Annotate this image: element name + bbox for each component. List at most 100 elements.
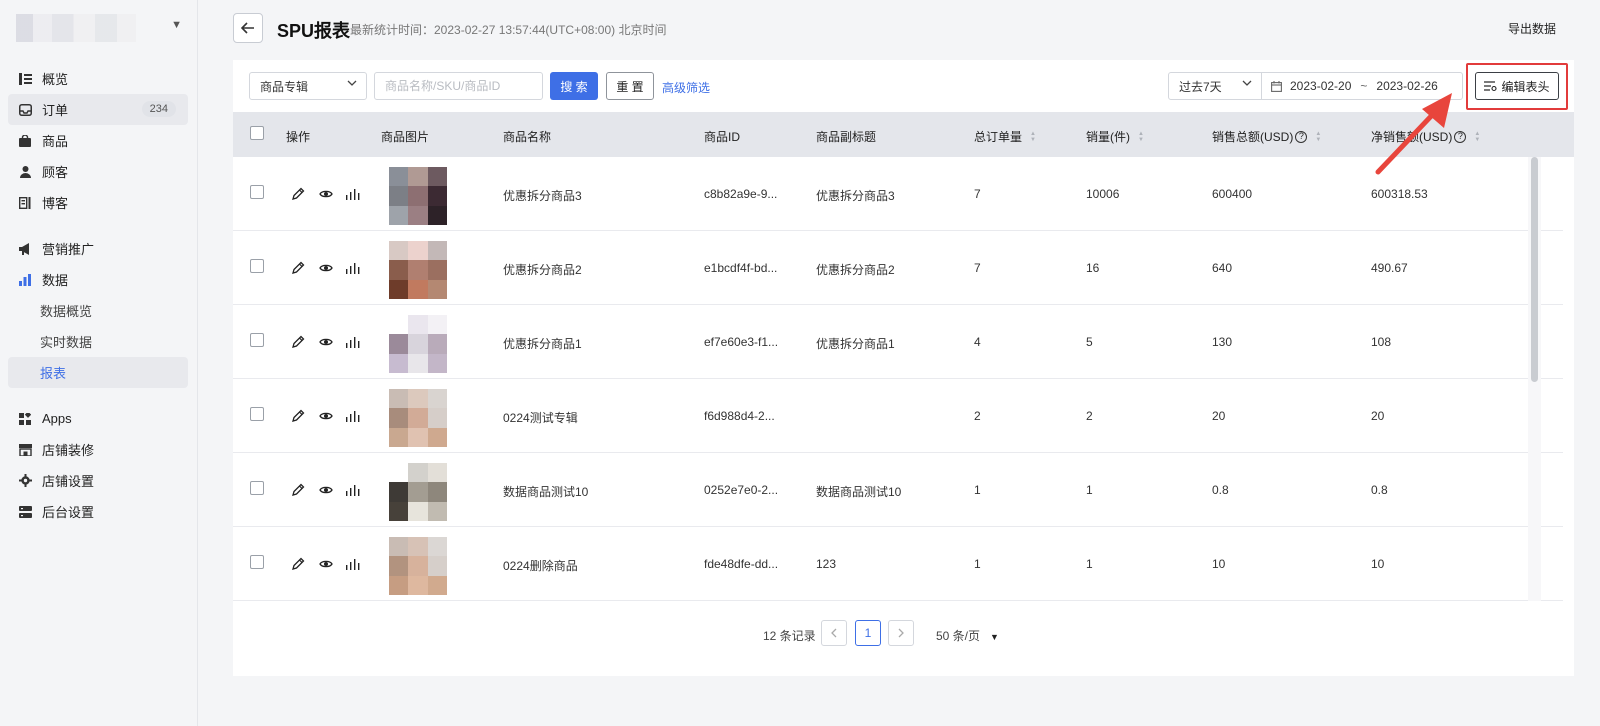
eye-icon[interactable]	[318, 186, 333, 201]
eye-icon[interactable]	[318, 482, 333, 497]
product-thumbnail[interactable]	[389, 389, 447, 447]
row-checkbox[interactable]	[250, 481, 264, 495]
sidebar-item-label: 博客	[42, 196, 69, 211]
sort-icon: ▲ ▼	[1138, 130, 1144, 143]
cell-name: 优惠拆分商品3	[503, 189, 582, 203]
advanced-filter-link[interactable]: 高级筛选	[662, 79, 710, 96]
cell-qty: 10006	[1086, 187, 1120, 201]
cell-subtitle: 123	[816, 557, 837, 571]
pencil-icon[interactable]	[291, 260, 306, 275]
row-actions	[291, 482, 360, 497]
pencil-icon[interactable]	[291, 556, 306, 571]
sidebar-item-marketing[interactable]: 营销推广	[8, 233, 188, 264]
col-orders-header[interactable]: 总订单量 ▲ ▼	[974, 128, 1036, 145]
sidebar-item-products[interactable]: 商品	[8, 125, 188, 156]
sidebar-item-label: 营销推广	[42, 242, 95, 257]
col-gross-header[interactable]: 销售总额(USD) ? ▲ ▼	[1212, 128, 1321, 145]
back-button[interactable]	[233, 13, 263, 43]
cell-id: ef7e60e3-f1...	[704, 335, 779, 349]
select-all-checkbox[interactable]	[250, 126, 264, 140]
sidebar-item-apps[interactable]: Apps	[8, 403, 188, 434]
row-checkbox[interactable]	[250, 555, 264, 569]
caret-down-icon: ▼	[990, 632, 999, 642]
row-checkbox[interactable]	[250, 185, 264, 199]
prev-page-button[interactable]	[821, 620, 847, 646]
product-thumbnail[interactable]	[389, 241, 447, 299]
product-thumbnail[interactable]	[389, 463, 447, 521]
sidebar-item-label: 订单	[42, 103, 69, 118]
cell-orders: 7	[974, 261, 981, 275]
sidebar-item-label: 店铺装修	[42, 443, 95, 458]
product-thumbnail[interactable]	[389, 315, 447, 373]
total-records: 12 条记录	[763, 629, 816, 643]
bar-chart-icon[interactable]	[345, 556, 360, 571]
sidebar-item-realtime[interactable]: 实时数据	[8, 326, 188, 357]
row-checkbox[interactable]	[250, 333, 264, 347]
reset-button[interactable]: 重 置	[606, 72, 654, 100]
category-select-value: 商品专辑	[260, 79, 309, 94]
pagination: 12 条记录 1 50 条/页 ▼	[233, 620, 1574, 650]
page-size-select[interactable]: 50 条/页 ▼	[936, 627, 999, 644]
bar-chart-icon[interactable]	[345, 260, 360, 275]
sidebar-item-store-settings[interactable]: 店铺设置	[8, 465, 188, 496]
product-thumbnail[interactable]	[389, 537, 447, 595]
col-id: 商品ID	[704, 130, 741, 144]
bar-chart-icon[interactable]	[345, 408, 360, 423]
table-row: 优惠拆分商品2 e1bcdf4f-bd... 优惠拆分商品2 7 16 640 …	[233, 231, 1563, 305]
row-checkbox[interactable]	[250, 259, 264, 273]
sidebar-item-orders[interactable]: 订单 234	[8, 94, 188, 125]
cell-id: 0252e7e0-2...	[704, 483, 779, 497]
sort-icon: ▲ ▼	[1030, 130, 1036, 143]
row-actions	[291, 334, 360, 349]
cell-qty: 2	[1086, 409, 1093, 423]
current-page[interactable]: 1	[855, 620, 881, 646]
help-icon[interactable]: ?	[1295, 130, 1308, 143]
vertical-scrollbar[interactable]	[1531, 157, 1538, 382]
col-qty-header[interactable]: 销量(件) ▲ ▼	[1086, 128, 1144, 145]
pencil-icon[interactable]	[291, 186, 306, 201]
cell-name: 优惠拆分商品2	[503, 263, 582, 277]
sidebar-item-data-overview[interactable]: 数据概览	[8, 295, 188, 326]
sidebar-item-overview[interactable]: 概览	[8, 63, 188, 94]
row-checkbox[interactable]	[250, 407, 264, 421]
pencil-icon[interactable]	[291, 482, 306, 497]
cell-gross: 640	[1212, 261, 1233, 275]
sidebar: ▼ 概览 订单 234 商品 顾客 博客 营销推广 数据 数据概览 实时数据 报…	[0, 0, 198, 726]
pencil-icon[interactable]	[291, 408, 306, 423]
eye-icon[interactable]	[318, 334, 333, 349]
next-page-button[interactable]	[888, 620, 914, 646]
sidebar-item-data[interactable]: 数据	[8, 264, 188, 295]
sidebar-item-decor[interactable]: 店铺装修	[8, 434, 188, 465]
sidebar-item-label: 顾客	[42, 165, 69, 180]
inbox-icon	[18, 103, 32, 117]
category-select[interactable]: 商品专辑	[249, 72, 367, 100]
date-range-select[interactable]: 过去7天	[1168, 72, 1262, 100]
edit-header-button[interactable]: 编辑表头	[1475, 72, 1559, 100]
chevron-left-icon	[831, 628, 837, 638]
sidebar-item-reports[interactable]: 报表	[8, 357, 188, 388]
export-data-button[interactable]: 导出数据	[1508, 20, 1556, 37]
arrow-left-icon	[241, 22, 254, 34]
eye-icon[interactable]	[318, 260, 333, 275]
megaphone-icon	[18, 242, 32, 256]
bar-chart-icon[interactable]	[345, 186, 360, 201]
eye-icon[interactable]	[318, 556, 333, 571]
cell-gross: 0.8	[1212, 483, 1229, 497]
eye-icon[interactable]	[318, 408, 333, 423]
cell-name: 0224测试专辑	[503, 411, 578, 425]
sidebar-item-label: 店铺设置	[42, 474, 95, 489]
pencil-icon[interactable]	[291, 334, 306, 349]
product-thumbnail[interactable]	[389, 167, 447, 225]
sidebar-item-admin-settings[interactable]: 后台设置	[8, 496, 188, 527]
bar-chart-icon[interactable]	[345, 482, 360, 497]
sidebar-item-blog[interactable]: 博客	[8, 187, 188, 218]
cell-net: 490.67	[1371, 261, 1408, 275]
sidebar-item-label: 商品	[42, 134, 69, 149]
search-button[interactable]: 搜 索	[550, 72, 598, 100]
cell-name: 优惠拆分商品1	[503, 337, 582, 351]
bar-chart-icon[interactable]	[345, 334, 360, 349]
search-input[interactable]	[374, 72, 543, 100]
cell-id: e1bcdf4f-bd...	[704, 261, 778, 275]
store-switcher[interactable]: ▼	[16, 14, 184, 42]
sidebar-item-customers[interactable]: 顾客	[8, 156, 188, 187]
